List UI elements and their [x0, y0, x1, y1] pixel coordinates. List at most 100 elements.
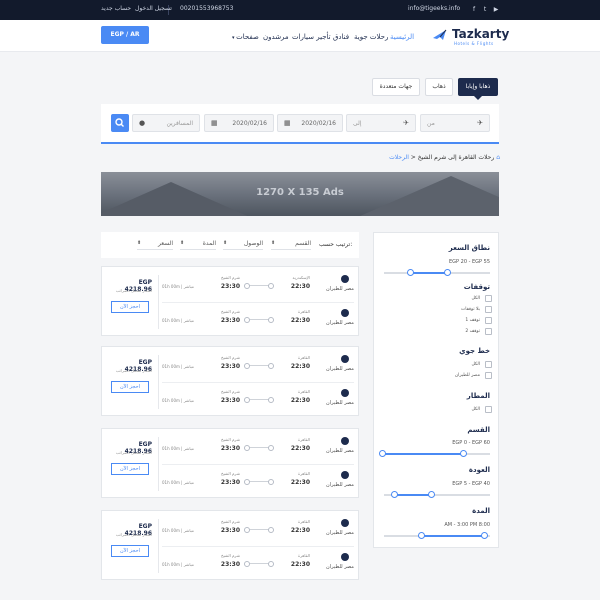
language-currency-button[interactable]: EGP / AR: [101, 26, 149, 44]
plane-arrival-icon: ✈: [403, 119, 409, 127]
nav-hotels[interactable]: فنادق: [333, 33, 349, 41]
site-logo[interactable]: Tazkarty Hotels & Flights: [432, 25, 509, 47]
book-now-button[interactable]: احجز الآن: [111, 463, 149, 475]
price-note: أسعار تشمل الضرائب: [115, 288, 152, 293]
travelers-placeholder: المسافرين: [166, 120, 193, 127]
duration-filter-title: المدة: [472, 507, 490, 515]
book-now-button[interactable]: احجز الآن: [111, 381, 149, 393]
new-account-link[interactable]: حساب جديد: [101, 5, 131, 12]
route-line: [244, 445, 274, 451]
flight-card: EGP 4218.96 أسعار تشمل الضرائب احجز الآن…: [101, 266, 359, 336]
sort-price-select[interactable]: ⬍ السعر: [137, 240, 173, 250]
home-icon[interactable]: ⌂: [496, 154, 500, 161]
checkbox[interactable]: [485, 372, 492, 379]
checkbox[interactable]: [485, 406, 492, 413]
youtube-icon[interactable]: ▶: [492, 6, 500, 14]
arrival-city: شرم الشيخ: [221, 389, 240, 394]
login-link[interactable]: تسجيل الدخول: [135, 5, 172, 12]
tab-one-way[interactable]: ذهاب: [425, 78, 453, 96]
slider-handle-min[interactable]: [417, 532, 425, 539]
checkbox-label: الكل: [471, 407, 480, 412]
facebook-icon[interactable]: f: [470, 6, 478, 14]
slider-handle-max[interactable]: [428, 491, 436, 498]
book-now-button[interactable]: احجز الآن: [111, 545, 149, 557]
flight-leg: مصر للطيران القاهرة 22:30 شرم الشيخ 23:3…: [162, 433, 357, 463]
checkbox[interactable]: [485, 361, 492, 368]
checkbox[interactable]: [485, 295, 492, 302]
slider-handle-min[interactable]: [407, 269, 414, 276]
checkbox[interactable]: [485, 328, 492, 335]
sort-duration-select[interactable]: ⬍ المدة: [180, 240, 216, 250]
slider-handle-max[interactable]: [481, 532, 489, 539]
departure-time: 22:30: [290, 317, 310, 324]
nav-car-rental[interactable]: تأجير سيارات: [292, 33, 331, 41]
twitter-icon[interactable]: t: [481, 6, 489, 14]
sort-price-label: السعر: [157, 240, 173, 247]
departure-city: القاهرة: [298, 309, 310, 314]
sort-class-select[interactable]: ⬍ القسم: [271, 240, 311, 250]
slider-handle-max[interactable]: [459, 450, 467, 457]
airline-name: مصر للطيران: [326, 482, 354, 488]
checkbox-label: 1 توقف: [465, 318, 480, 323]
stops-option-two[interactable]: 2 توقف: [384, 328, 492, 336]
breadcrumb: رحلات القاهرة إلى شرم الشيخ < الرحلات ⌂: [360, 154, 500, 164]
card-divider: [158, 275, 159, 329]
slider-handle-min[interactable]: [391, 491, 399, 498]
flight-leg: مصر للطيران القاهرة 22:30 شرم الشيخ 23:3…: [162, 385, 357, 415]
breadcrumb-home[interactable]: الرحلات: [389, 154, 409, 161]
tab-round-trip[interactable]: ذهابا وإيابا: [458, 78, 498, 96]
nav-guides[interactable]: مرشدون: [263, 33, 289, 41]
slider-handle-min[interactable]: [378, 450, 386, 457]
return-range-slider[interactable]: [384, 491, 490, 498]
departure-city: القاهرة: [298, 553, 310, 558]
section-range-slider[interactable]: [378, 450, 490, 457]
departure-city: القاهرة: [298, 355, 310, 360]
to-field[interactable]: ✈ إلى: [346, 114, 416, 132]
filter-sidebar: نطاق السعر EGP 20 - EGP 55 توقفات الكل ب…: [373, 232, 499, 548]
contact-email[interactable]: info@tigeeks.info: [408, 5, 460, 12]
search-button[interactable]: [111, 114, 129, 132]
airline-name: مصر للطيران: [326, 286, 354, 292]
sort-arrival-select[interactable]: ⬍ الوصول: [223, 240, 263, 250]
contact-phone[interactable]: 00201553968753: [180, 5, 233, 12]
flight-leg: مصر للطيران القاهرة 22:30 شرم الشيخ 23:3…: [162, 467, 357, 497]
duration-range-slider[interactable]: [384, 532, 490, 539]
flight-leg: مصر للطيران القاهرة 22:30 شرم الشيخ 23:3…: [162, 351, 357, 381]
arrival-time: 23:30: [220, 283, 240, 290]
stops-option-all[interactable]: الكل: [384, 295, 492, 303]
return-filter-range: EGP 5 - EGP 40: [452, 481, 490, 487]
checkbox[interactable]: [485, 317, 492, 324]
slider-handle-max[interactable]: [444, 269, 452, 276]
nav-pages[interactable]: ▾ صفحات: [232, 33, 259, 41]
price-range-slider[interactable]: [384, 269, 490, 276]
route-line: [244, 397, 274, 403]
leg-divider: [162, 302, 354, 303]
nav-flights[interactable]: رحلات جوية: [354, 33, 388, 41]
stops-filter-title: توقفات: [463, 283, 490, 291]
arrival-time: 23:30: [220, 445, 240, 452]
airline-name: مصر للطيران: [326, 564, 354, 570]
from-field[interactable]: ✈ من: [420, 114, 490, 132]
airline-option-egyptair[interactable]: مصر للطيران: [384, 372, 492, 380]
airport-option-all[interactable]: الكل: [384, 406, 492, 414]
stops-option-nonstop[interactable]: بلا توقفات: [384, 306, 492, 314]
route-line: [244, 527, 274, 533]
flight-duration: 01h 00m | مباشر: [162, 284, 194, 289]
flight-leg: مصر للطيران القاهرة 22:30 شرم الشيخ 23:3…: [162, 305, 357, 335]
stops-option-one[interactable]: 1 توقف: [384, 317, 492, 325]
ad-text: 1270 X 135 Ads: [256, 187, 344, 198]
checkbox[interactable]: [485, 306, 492, 313]
flight-duration: 01h 00m | مباشر: [162, 528, 194, 533]
nav-home[interactable]: الرئيسية: [390, 33, 414, 41]
book-now-button[interactable]: احجز الآن: [111, 301, 149, 313]
airline-option-all[interactable]: الكل: [384, 361, 492, 369]
airline-name: مصر للطيران: [326, 530, 354, 536]
depart-date-field[interactable]: ▦ 2020/02/16: [277, 114, 343, 132]
ad-banner[interactable]: 1270 X 135 Ads: [101, 172, 499, 216]
checkbox-label: بلا توقفات: [461, 307, 480, 312]
sort-bar: ترتيب حسب: ⬍ القسم ⬍ الوصول ⬍ المدة ⬍ ال…: [101, 232, 359, 258]
travelers-field[interactable]: ● المسافرين: [132, 114, 200, 132]
return-date-field[interactable]: ▦ 2020/02/16: [204, 114, 274, 132]
tab-multi-city[interactable]: جهات متعددة: [372, 78, 420, 96]
airport-filter-title: المطار: [466, 392, 490, 400]
